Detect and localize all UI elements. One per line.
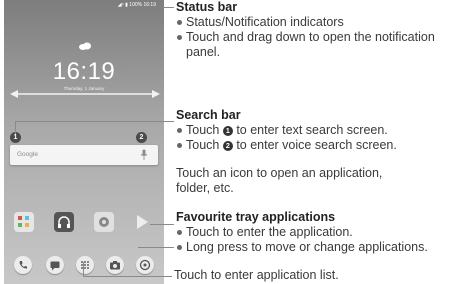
app-music-icon[interactable] — [54, 212, 74, 232]
status-bullet-1: Status/Notification indicators — [176, 15, 446, 30]
messages-dock-button[interactable] — [46, 256, 64, 274]
app-grid-icon — [81, 261, 89, 269]
favourite-tray — [14, 254, 156, 278]
callout-line-search — [15, 121, 174, 122]
search-bar-brand: Google — [17, 151, 38, 158]
callout-line-app-list — [83, 276, 172, 277]
callout-line-favourite — [138, 247, 174, 248]
badge-2: 2 — [136, 132, 147, 143]
favourite-tray-bullets: Touch to enter the application. Long pre… — [176, 225, 452, 255]
lockscreen-clock: 16:19 — [52, 58, 116, 85]
search-bullet-1: Touch 1 to enter text search screen. — [176, 123, 446, 138]
callout-line-status — [163, 7, 174, 8]
favourite-bullet-2: Long press to move or change application… — [176, 240, 452, 255]
microphone-icon[interactable] — [140, 149, 148, 161]
callout-line-app-list-vertical — [83, 262, 84, 276]
gear-icon — [99, 217, 109, 227]
favourite-tray-heading: Favourite tray applications — [176, 210, 336, 224]
camera-dock-button[interactable] — [106, 256, 124, 274]
app-drawer-button[interactable] — [76, 256, 94, 274]
favourite-tray-description: Favourite tray applications Touch to ent… — [176, 210, 452, 255]
bullet-text: to enter voice search screen. — [232, 138, 397, 152]
phone-screen-mockup: ◢⁴ ▮ 100% 16:19 16:19 Thursday, 1 Januar… — [4, 0, 164, 284]
search-bullet-2: Touch 2 to enter voice search screen. — [176, 138, 446, 153]
phone-status-bar: ◢⁴ ▮ 100% 16:19 — [4, 0, 164, 12]
status-bullet-2: Touch and drag down to open the notifica… — [176, 30, 446, 60]
icon-description-text: Touch an icon to open an application, fo… — [176, 166, 383, 195]
app-folder-icon[interactable] — [14, 212, 34, 232]
bullet-text: to enter text search screen. — [232, 123, 388, 137]
number-badge-1: 1 — [222, 126, 233, 136]
message-icon — [50, 261, 60, 271]
status-bar-bullets: Status/Notification indicators Touch and… — [176, 15, 446, 60]
callout-line-icons — [150, 224, 174, 225]
bullet-text: Touch — [186, 123, 223, 137]
app-list-text: Touch to enter application list. — [174, 268, 339, 282]
browser-dock-button[interactable] — [136, 256, 154, 274]
search-bar-heading: Search bar — [176, 108, 241, 122]
phone-icon — [19, 261, 27, 269]
app-store-icon[interactable] — [132, 212, 152, 232]
play-store-icon — [137, 215, 148, 229]
status-bar-description: Status bar Status/Notification indicator… — [176, 0, 446, 60]
icon-description: Touch an icon to open an application, fo… — [176, 166, 406, 196]
status-indicators: ◢⁴ ▮ 100% 16:19 — [117, 2, 156, 8]
status-bar-heading: Status bar — [176, 0, 238, 14]
cloud-icon — [79, 42, 91, 50]
callout-line-search-vertical — [15, 121, 16, 134]
app-list-description: Touch to enter application list. — [174, 268, 452, 283]
search-bar-description: Search bar Touch 1 to enter text search … — [176, 108, 446, 153]
favourite-bullet-1: Touch to enter the application. — [176, 225, 452, 240]
search-bar-bullets: Touch 1 to enter text search screen. Tou… — [176, 123, 446, 153]
headphones-icon — [58, 216, 70, 228]
app-icons-row — [12, 210, 160, 242]
search-bar[interactable]: Google — [10, 145, 158, 165]
app-settings-icon[interactable] — [94, 212, 114, 232]
camera-icon — [110, 261, 120, 270]
swipe-arrow-icon — [10, 90, 160, 98]
bullet-text: Touch — [186, 138, 223, 152]
browser-icon — [139, 259, 151, 271]
phone-dock-button[interactable] — [14, 256, 32, 274]
number-badge-2: 2 — [222, 141, 233, 151]
grid-icon — [18, 216, 29, 227]
